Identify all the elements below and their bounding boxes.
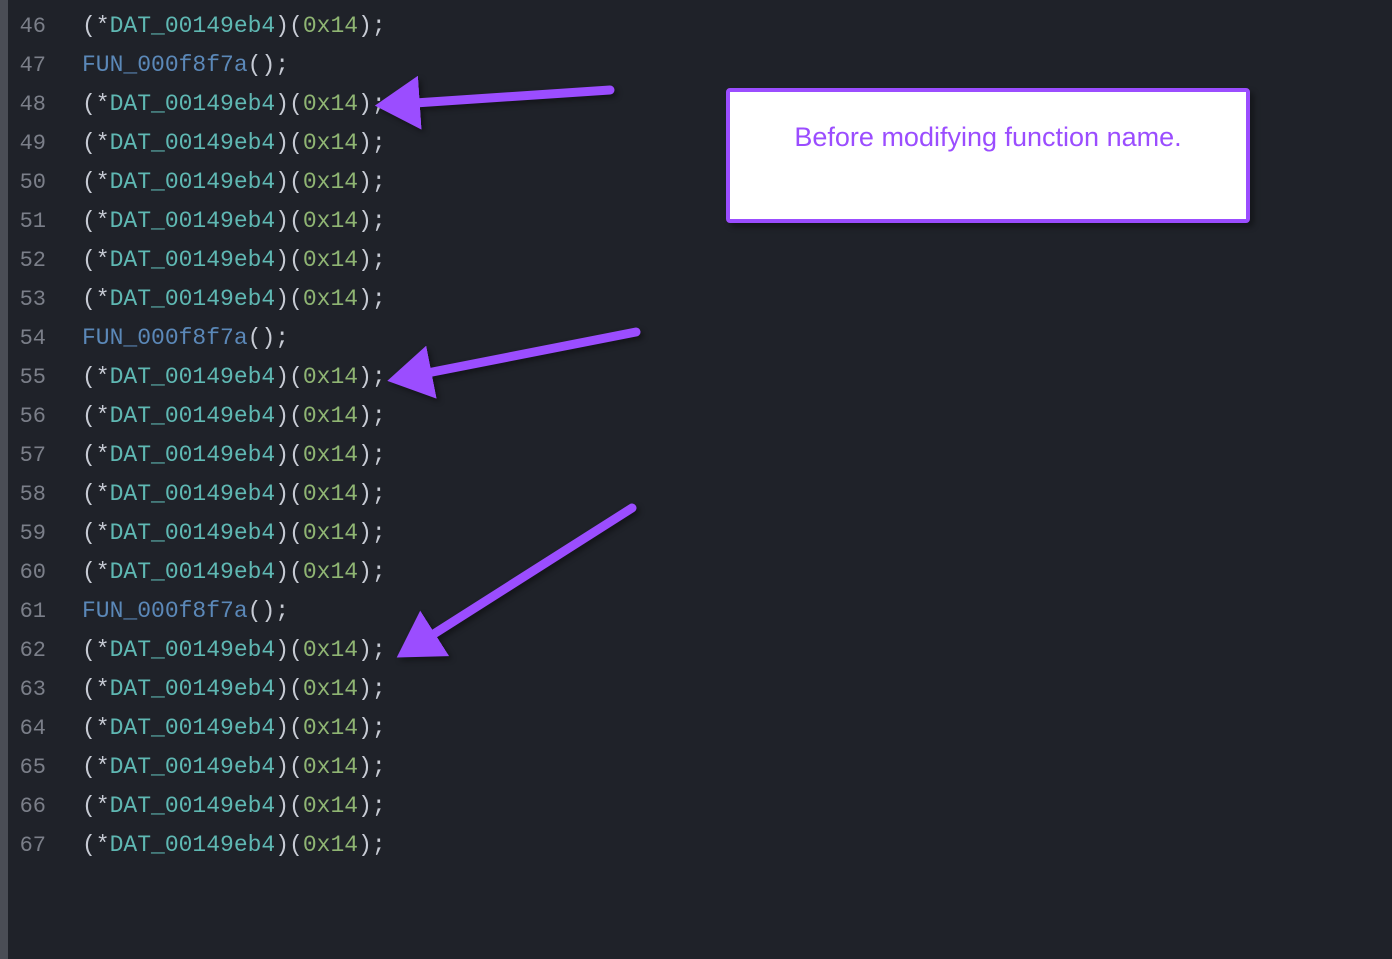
code-line-pointer-call[interactable]: (*DAT_00149eb4)(0x14); (54, 553, 1392, 592)
line-number: 49 (8, 124, 54, 163)
line-number: 65 (8, 748, 54, 787)
line-number: 67 (8, 826, 54, 865)
line-number: 54 (8, 319, 54, 358)
line-number-gutter: 4546474849505152535455565758596061626364… (8, 0, 54, 959)
code-line-pointer-call[interactable]: (*DAT_00149eb4)(0x14); (54, 0, 1392, 7)
line-number: 48 (8, 85, 54, 124)
code-line-pointer-call[interactable]: (*DAT_00149eb4)(0x14); (54, 631, 1392, 670)
code-line-pointer-call[interactable]: (*DAT_00149eb4)(0x14); (54, 514, 1392, 553)
line-number: 47 (8, 46, 54, 85)
line-number: 61 (8, 592, 54, 631)
annotation-callout-text: Before modifying function name. (794, 122, 1181, 152)
line-number: 55 (8, 358, 54, 397)
line-number: 59 (8, 514, 54, 553)
code-line-function-call[interactable]: FUN_000f8f7a(); (54, 319, 1392, 358)
line-number: 60 (8, 553, 54, 592)
code-line-pointer-call[interactable]: (*DAT_00149eb4)(0x14); (54, 280, 1392, 319)
line-number: 63 (8, 670, 54, 709)
code-line-pointer-call[interactable]: (*DAT_00149eb4)(0x14); (54, 241, 1392, 280)
annotation-callout: Before modifying function name. (726, 88, 1250, 223)
code-line-pointer-call[interactable]: (*DAT_00149eb4)(0x14); (54, 748, 1392, 787)
line-number: 62 (8, 631, 54, 670)
code-line-pointer-call[interactable]: (*DAT_00149eb4)(0x14); (54, 397, 1392, 436)
line-number: 45 (8, 0, 54, 7)
line-number: 66 (8, 787, 54, 826)
gutter-separator (0, 0, 8, 959)
code-line-pointer-call[interactable]: (*DAT_00149eb4)(0x14); (54, 7, 1392, 46)
code-line-function-call[interactable]: FUN_000f8f7a(); (54, 592, 1392, 631)
line-number: 46 (8, 7, 54, 46)
line-number: 50 (8, 163, 54, 202)
code-line-pointer-call[interactable]: (*DAT_00149eb4)(0x14); (54, 670, 1392, 709)
code-line-pointer-call[interactable]: (*DAT_00149eb4)(0x14); (54, 475, 1392, 514)
line-number: 56 (8, 397, 54, 436)
code-line-pointer-call[interactable]: (*DAT_00149eb4)(0x14); (54, 787, 1392, 826)
line-number: 64 (8, 709, 54, 748)
line-number: 57 (8, 436, 54, 475)
code-editor: 4546474849505152535455565758596061626364… (0, 0, 1392, 959)
code-line-pointer-call[interactable]: (*DAT_00149eb4)(0x14); (54, 358, 1392, 397)
line-number: 58 (8, 475, 54, 514)
code-line-function-call[interactable]: FUN_000f8f7a(); (54, 46, 1392, 85)
code-line-pointer-call[interactable]: (*DAT_00149eb4)(0x14); (54, 826, 1392, 865)
line-number: 51 (8, 202, 54, 241)
line-number: 52 (8, 241, 54, 280)
code-line-pointer-call[interactable]: (*DAT_00149eb4)(0x14); (54, 436, 1392, 475)
code-line-pointer-call[interactable]: (*DAT_00149eb4)(0x14); (54, 709, 1392, 748)
line-number: 53 (8, 280, 54, 319)
